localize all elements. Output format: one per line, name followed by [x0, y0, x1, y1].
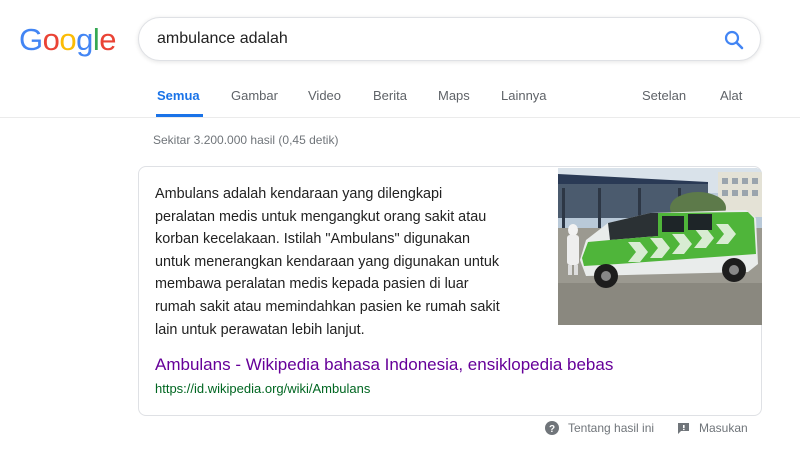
feedback-label: Masukan	[699, 421, 748, 435]
snippet-text: Ambulans adalah kendaraan yang dilengkap…	[155, 183, 551, 341]
search-tabs: Semua Gambar Video Berita Maps Lainnya S…	[0, 82, 800, 118]
search-button[interactable]	[722, 28, 746, 52]
tab-tools[interactable]: Alat	[720, 88, 742, 103]
about-result-label: Tentang hasil ini	[568, 421, 655, 435]
result-title-link[interactable]: Ambulans - Wikipedia bahasa Indonesia, e…	[155, 355, 613, 375]
tab-images[interactable]: Gambar	[231, 88, 278, 103]
tab-all[interactable]: Semua	[157, 88, 200, 103]
google-logo[interactable]: Google	[19, 22, 117, 58]
featured-snippet-card: Ambulans adalah kendaraan yang dilengkap…	[138, 166, 762, 416]
snippet-line: rumah sakit atau memindahkan pasien ke r…	[155, 298, 500, 315]
snippet-line: lain untuk perawatan lebih lanjut.	[155, 321, 365, 338]
search-input[interactable]	[157, 28, 697, 50]
search-icon	[724, 30, 744, 50]
tab-videos[interactable]: Video	[308, 88, 341, 103]
tab-more[interactable]: Lainnya	[501, 88, 547, 103]
logo-letter: o	[59, 22, 77, 57]
snippet-line: untuk menerangkan kendaraan yang digunak…	[155, 253, 500, 270]
svg-text:?: ?	[549, 424, 555, 435]
logo-letter: e	[99, 22, 117, 57]
tab-settings[interactable]: Setelan	[642, 88, 686, 103]
logo-letter: o	[42, 22, 60, 57]
tab-maps[interactable]: Maps	[438, 88, 470, 103]
ambulance-photo[interactable]	[558, 168, 762, 325]
help-icon: ?	[545, 421, 559, 435]
about-result-link[interactable]: ? Tentang hasil ini	[545, 421, 654, 435]
result-stats: Sekitar 3.200.000 hasil (0,45 detik)	[153, 133, 339, 147]
snippet-line: peralatan medis untuk mengangkut orang s…	[155, 208, 487, 225]
search-bar	[138, 17, 761, 61]
snippet-line: membawa peralatan medis kepada pasien di…	[155, 276, 469, 293]
snippet-line: Ambulans adalah kendaraan yang dilengkap…	[155, 186, 443, 202]
tab-news[interactable]: Berita	[373, 88, 407, 103]
logo-letter: G	[19, 22, 43, 57]
result-url[interactable]: https://id.wikipedia.org/wiki/Ambulans	[155, 381, 370, 396]
feedback-link[interactable]: Masukan	[677, 421, 748, 435]
feedback-icon	[678, 422, 689, 434]
snippet-line: korban kecelakaan. Istilah "Ambulans" di…	[155, 231, 471, 248]
logo-letter: g	[76, 22, 93, 57]
active-tab-indicator	[156, 114, 203, 117]
